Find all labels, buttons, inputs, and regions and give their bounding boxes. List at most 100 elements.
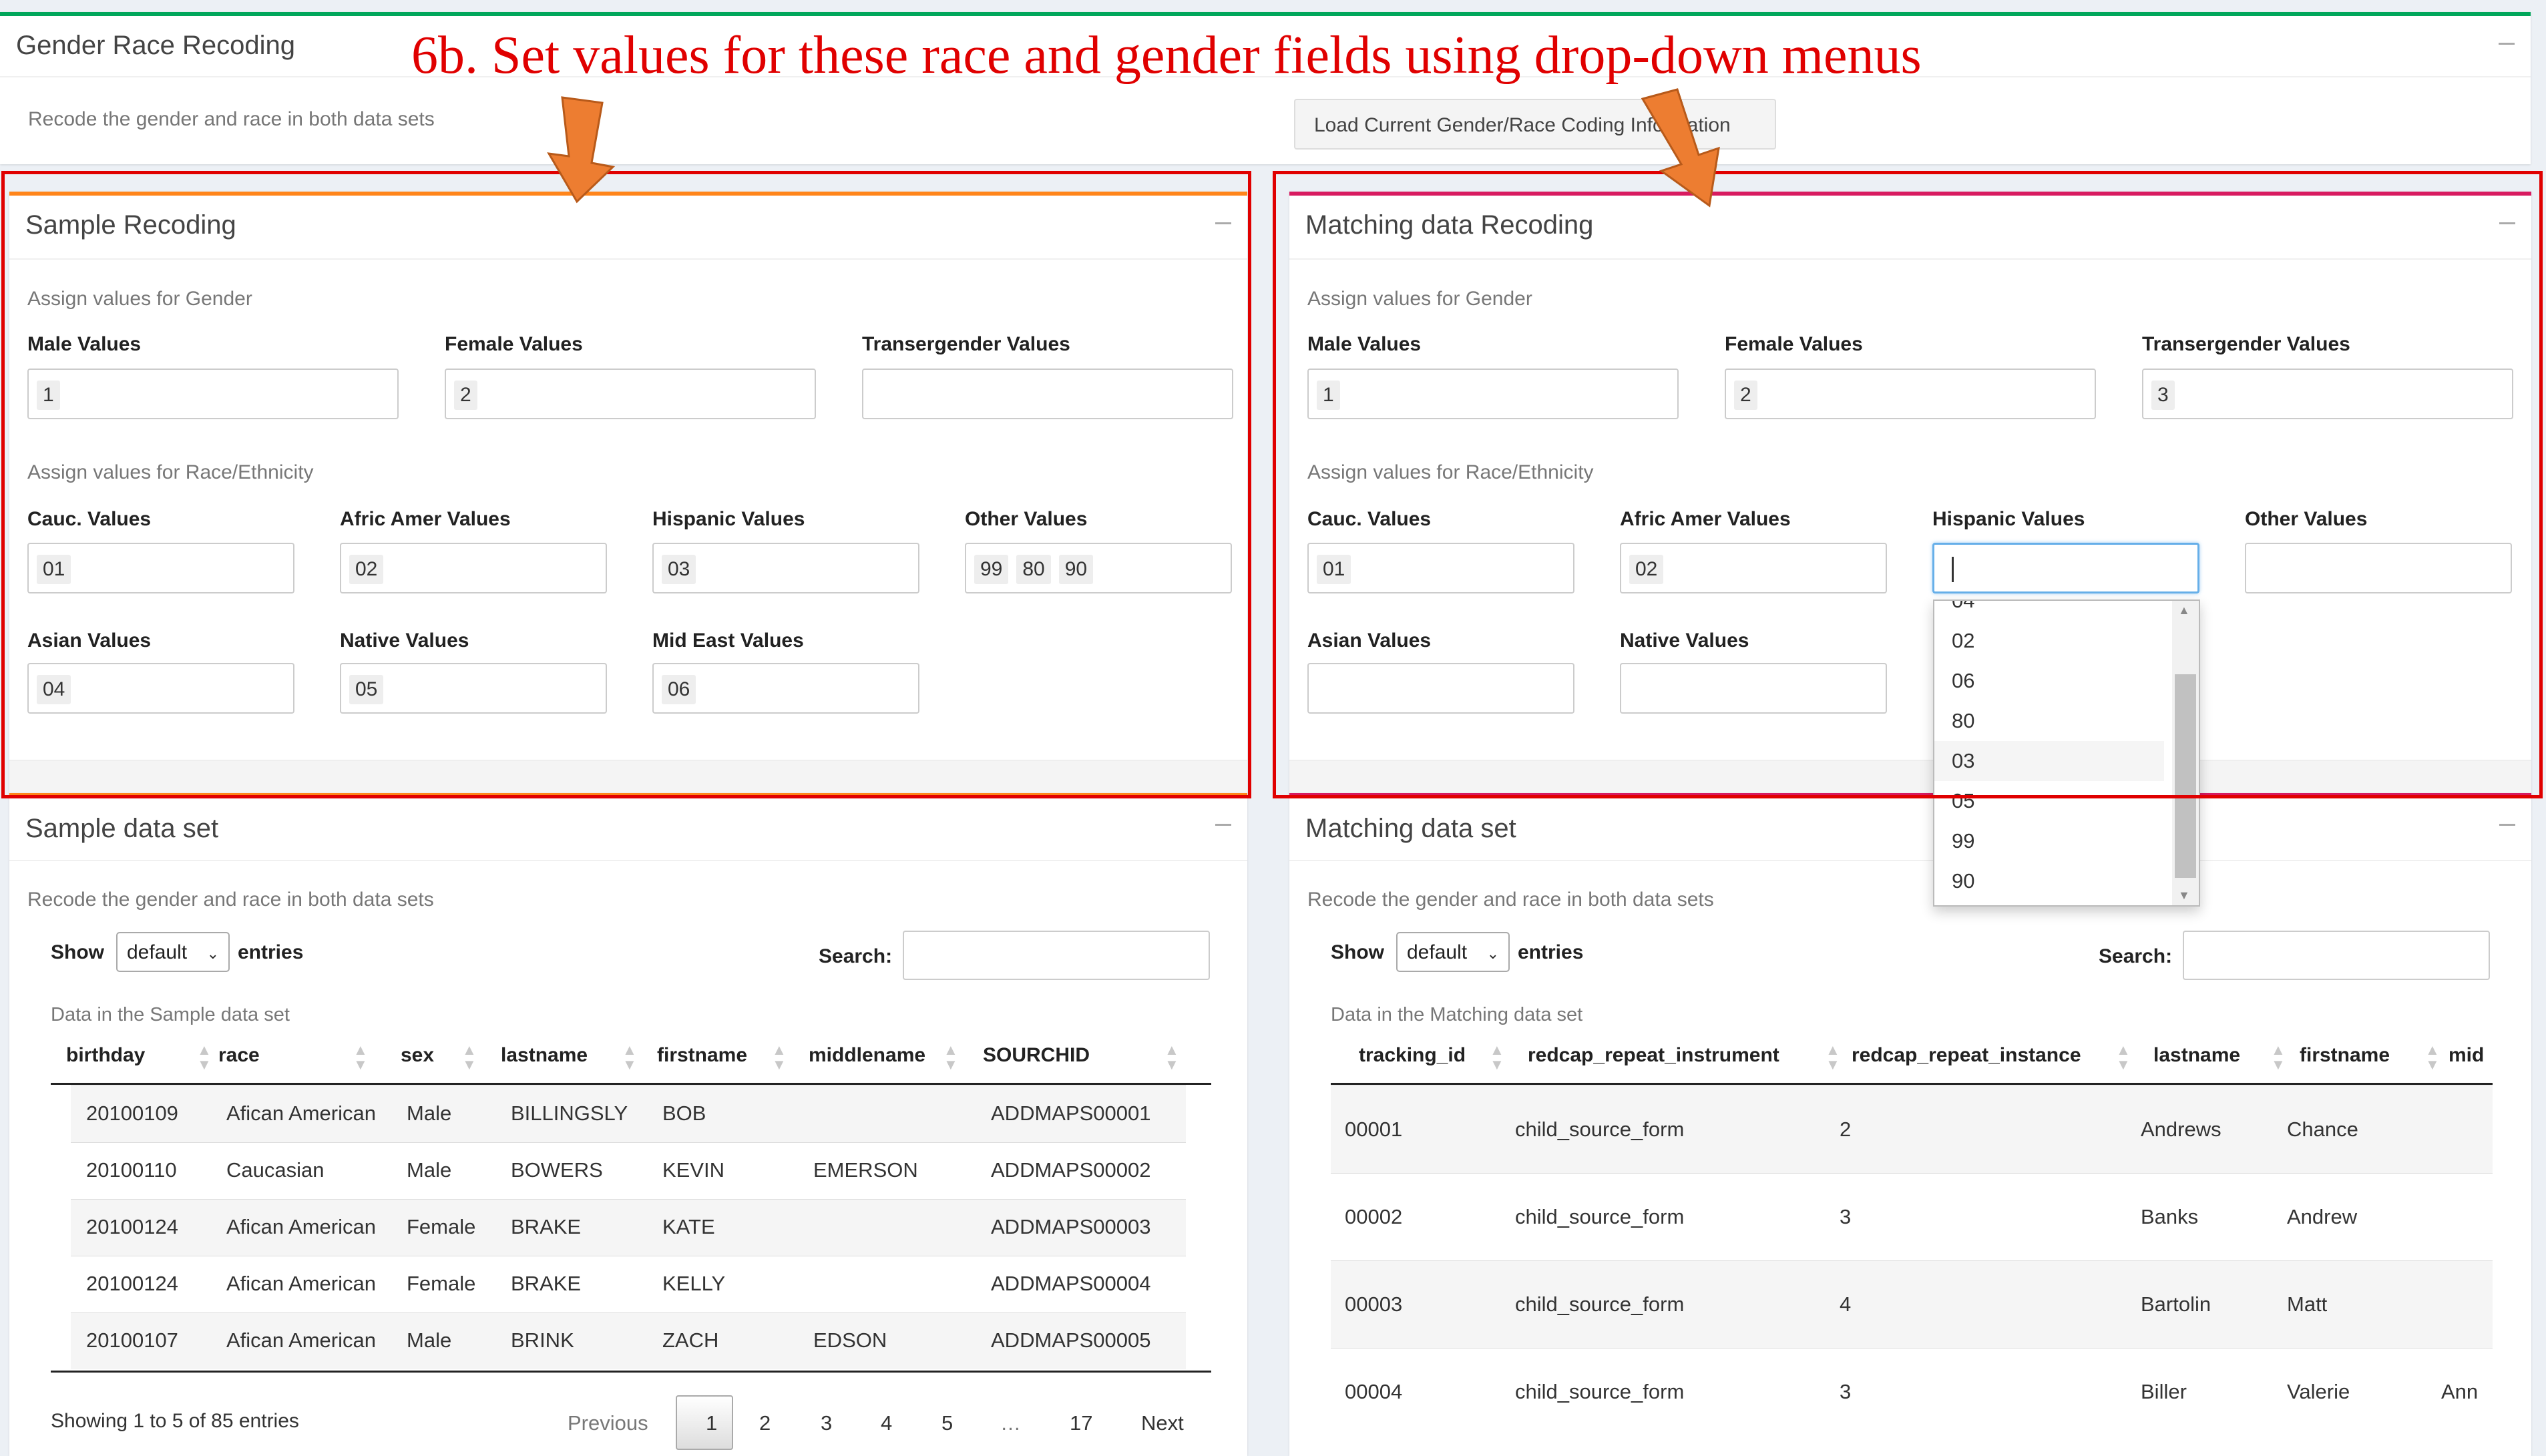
- value-chips: 2: [1734, 381, 1765, 410]
- dropdown-option[interactable]: 06: [1934, 661, 2164, 701]
- entries-length-select[interactable]: default ⌄: [1396, 932, 1510, 972]
- table-cell: ADDMAPS00001: [991, 1102, 1151, 1125]
- dropdown-scrollbar[interactable]: ▲ ▼: [2172, 601, 2199, 905]
- value-chips: 04: [37, 675, 79, 704]
- sort-icon[interactable]: ▲ ▼: [772, 1043, 787, 1072]
- dropdown-option[interactable]: 03: [1934, 741, 2164, 781]
- hispanic-values-dropdown[interactable]: 90 99 05 03 80 06 02 04 ▲ ▼: [1933, 599, 2200, 907]
- value-chip: 2: [454, 381, 477, 410]
- sort-icon[interactable]: ▲ ▼: [2425, 1043, 2440, 1072]
- dropdown-option[interactable]: 02: [1934, 621, 2164, 661]
- pagination-previous[interactable]: Previous: [568, 1411, 648, 1435]
- column-header[interactable]: birthday: [66, 1044, 145, 1067]
- entries-length-select[interactable]: default ⌄: [116, 932, 230, 972]
- sort-icon[interactable]: ▲ ▼: [197, 1043, 212, 1072]
- sort-icon[interactable]: ▲ ▼: [1490, 1043, 1504, 1072]
- dropdown-option[interactable]: 80: [1934, 701, 2164, 741]
- dropdown-option[interactable]: 04: [1934, 599, 2164, 621]
- native-values-input[interactable]: 05: [340, 663, 607, 714]
- asian-values-input[interactable]: 04: [27, 663, 294, 714]
- pagination-page[interactable]: 4: [881, 1411, 892, 1435]
- collapse-icon[interactable]: [2499, 43, 2515, 45]
- pagination-current[interactable]: [676, 1395, 733, 1450]
- column-header[interactable]: redcap_repeat_instance: [1852, 1044, 2081, 1067]
- male-values-input[interactable]: 1: [1307, 369, 1679, 419]
- sort-icon[interactable]: ▲ ▼: [353, 1043, 368, 1072]
- sort-icon[interactable]: ▲ ▼: [943, 1043, 958, 1072]
- hispanic-values-input[interactable]: [1932, 543, 2199, 593]
- pagination-page[interactable]: 5: [941, 1411, 953, 1435]
- collapse-icon[interactable]: [2499, 824, 2515, 826]
- other-values-input[interactable]: 99 80 90: [965, 543, 1232, 593]
- pagination-ellipsis: …: [1000, 1411, 1021, 1435]
- dropdown-option[interactable]: 90: [1934, 861, 2164, 901]
- scroll-down-icon[interactable]: ▼: [2178, 889, 2190, 903]
- column-header[interactable]: firstname: [657, 1044, 747, 1067]
- scroll-up-icon[interactable]: ▲: [2178, 603, 2190, 618]
- load-coding-button[interactable]: Load Current Gender/Race Coding Informat…: [1294, 99, 1776, 150]
- dropdown-option[interactable]: 99: [1934, 821, 2164, 861]
- column-header[interactable]: sex: [401, 1044, 434, 1067]
- mid-east-values-input[interactable]: 06: [652, 663, 919, 714]
- collapse-icon[interactable]: [2499, 222, 2515, 224]
- value-chips: 05: [349, 675, 391, 704]
- sort-icon[interactable]: ▲ ▼: [2116, 1043, 2131, 1072]
- table-cell: Afican American: [226, 1102, 376, 1125]
- table-cell: Male: [407, 1328, 452, 1352]
- table-cell: Caucasian: [226, 1158, 325, 1182]
- box-header: Sample Recoding: [9, 196, 1247, 260]
- column-header[interactable]: lastname: [501, 1044, 588, 1067]
- column-header[interactable]: lastname: [2153, 1044, 2240, 1067]
- sort-icon[interactable]: ▲ ▼: [462, 1043, 477, 1072]
- female-values-input[interactable]: 2: [445, 369, 816, 419]
- pagination-page[interactable]: 1: [706, 1411, 717, 1435]
- column-header[interactable]: redcap_repeat_instrument: [1528, 1044, 1779, 1067]
- asian-values-input[interactable]: [1307, 663, 1574, 714]
- column-header[interactable]: firstname: [2300, 1044, 2390, 1067]
- pagination-page[interactable]: 3: [821, 1411, 832, 1435]
- cauc-values-label: Cauc. Values: [27, 508, 152, 530]
- header-rule: [1331, 1083, 2493, 1085]
- collapse-icon[interactable]: [1215, 824, 1231, 826]
- transgender-values-label: Transergender Values: [2142, 333, 2350, 355]
- male-values-input[interactable]: 1: [27, 369, 399, 419]
- column-header[interactable]: race: [218, 1044, 260, 1067]
- sort-icon[interactable]: ▲ ▼: [1826, 1043, 1840, 1072]
- native-values-input[interactable]: [1620, 663, 1887, 714]
- transgender-values-input[interactable]: [862, 369, 1233, 419]
- afric-amer-values-input[interactable]: 02: [1620, 543, 1887, 593]
- column-header[interactable]: middlename: [809, 1044, 925, 1067]
- scrollbar-thumb[interactable]: [2175, 674, 2196, 878]
- entries-label: entries: [238, 941, 304, 963]
- afric-amer-values-input[interactable]: 02: [340, 543, 607, 593]
- other-values-input[interactable]: [2245, 543, 2512, 593]
- pagination-next[interactable]: Next: [1141, 1411, 1184, 1435]
- pagination-page[interactable]: 2: [759, 1411, 771, 1435]
- search-input[interactable]: [2183, 931, 2490, 980]
- search-input[interactable]: [903, 931, 1210, 980]
- column-header[interactable]: SOURCHID: [983, 1044, 1090, 1067]
- table-cell: Valerie: [2287, 1380, 2350, 1403]
- box-title: Gender Race Recoding: [16, 31, 296, 60]
- sort-icon[interactable]: ▲ ▼: [1164, 1043, 1179, 1072]
- sort-icon[interactable]: ▲ ▼: [2271, 1043, 2286, 1072]
- dropdown-option[interactable]: 05: [1934, 781, 2164, 821]
- female-values-input[interactable]: 2: [1725, 369, 2096, 419]
- mid-east-values-label: Mid East Values: [652, 630, 804, 652]
- dropdown-option-label: 04: [1952, 599, 1975, 612]
- transgender-values-input[interactable]: 3: [2142, 369, 2513, 419]
- value-chip: 2: [1734, 381, 1757, 410]
- table-caption: Data in the Sample data set: [51, 1004, 290, 1025]
- cauc-values-input[interactable]: 01: [27, 543, 294, 593]
- collapse-icon[interactable]: [1215, 222, 1231, 224]
- column-header[interactable]: mid: [2449, 1044, 2484, 1067]
- column-header[interactable]: tracking_id: [1359, 1044, 1466, 1067]
- hispanic-values-label: Hispanic Values: [652, 508, 805, 530]
- pagination-page[interactable]: 17: [1070, 1411, 1092, 1435]
- table-cell: BOB: [662, 1102, 706, 1125]
- hispanic-values-input[interactable]: 03: [652, 543, 919, 593]
- sample-recoding-box: Sample Recoding Assign values for Gender…: [9, 192, 1247, 796]
- cauc-values-input[interactable]: 01: [1307, 543, 1574, 593]
- sort-icon[interactable]: ▲ ▼: [622, 1043, 637, 1072]
- box-title: Sample data set: [25, 814, 219, 843]
